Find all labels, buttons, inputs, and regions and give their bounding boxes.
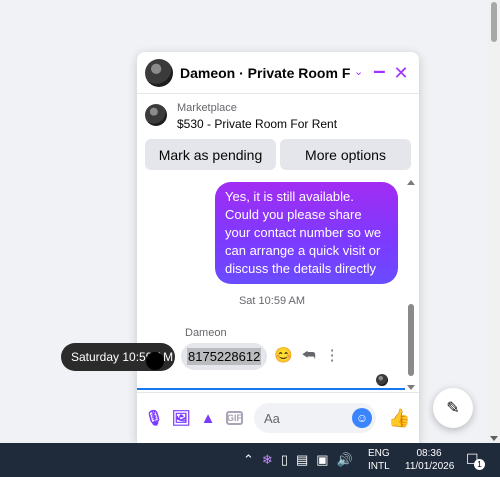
listing-category: Marketplace xyxy=(177,102,237,114)
page-scroll-down-arrow[interactable] xyxy=(490,436,498,441)
scroll-up-arrow[interactable] xyxy=(407,180,415,185)
microphone-icon[interactable]: 🎙 xyxy=(144,409,163,427)
chat-header[interactable]: Dameon · Private Room Fo... ⌄ – ✕ xyxy=(137,52,419,94)
seen-avatar xyxy=(376,374,388,386)
listing-avatar xyxy=(145,104,167,126)
message-scrollbar[interactable] xyxy=(407,180,415,390)
clock[interactable]: 08:36 11/01/2026 xyxy=(405,447,455,473)
listing-title[interactable]: $530 - Private Room For Rent xyxy=(177,117,337,131)
network-icon[interactable]: ▣ xyxy=(316,452,328,468)
message-input-placeholder: Aa xyxy=(264,410,280,426)
reply-icon[interactable]: ⮪ xyxy=(302,347,316,364)
like-icon[interactable]: 👍 xyxy=(388,408,410,429)
cursor-indicator xyxy=(146,352,164,370)
gif-icon[interactable]: GIF xyxy=(226,411,243,425)
mark-as-pending-button[interactable]: Mark as pending xyxy=(145,139,276,170)
clock-date: 11/01/2026 xyxy=(405,461,455,472)
message-timestamp: Sat 10:59 AM xyxy=(238,295,306,307)
message-list[interactable]: Yes, it is still available. Could you pl… xyxy=(137,178,419,391)
outgoing-message[interactable]: Yes, it is still available. Could you pl… xyxy=(215,182,398,284)
notification-count-badge: 1 xyxy=(474,459,485,470)
clock-time: 08:36 xyxy=(416,448,442,459)
battery-icon[interactable]: ▤ xyxy=(296,452,308,468)
avatar[interactable] xyxy=(145,58,173,87)
scroll-down-arrow[interactable] xyxy=(407,385,415,390)
phone-link-icon[interactable]: ▯ xyxy=(281,452,288,468)
message-input[interactable]: Aa ☺ xyxy=(254,403,376,433)
react-icon[interactable]: 😊 xyxy=(274,346,293,364)
incoming-message-text: 8175228612 xyxy=(187,348,262,365)
close-icon[interactable]: ✕ xyxy=(393,64,408,82)
feather-icon[interactable]: ❄ xyxy=(262,452,273,468)
photo-icon[interactable]: 🖼 xyxy=(171,409,190,427)
taskbar: ⌃ ❄ ▯ ▤ ▣ 🔊 ENG INTL 08:36 11/01/2026 ☐ xyxy=(0,443,500,477)
volume-icon[interactable]: 🔊 xyxy=(337,452,353,468)
message-composer: 🎙 🖼 ▲ GIF Aa ☺ 👍 xyxy=(137,392,419,443)
emoji-icon[interactable]: ☺ xyxy=(352,408,372,428)
message-scrollbar-thumb[interactable] xyxy=(408,304,414,376)
more-options-button[interactable]: More options xyxy=(280,139,411,170)
new-message-button[interactable]: ✎ xyxy=(433,388,473,428)
sender-name: Dameon xyxy=(185,327,227,339)
message-actions: 😊 ⮪ ⋮ xyxy=(274,346,340,365)
system-tray: ⌃ ❄ ▯ ▤ ▣ 🔊 xyxy=(243,443,353,477)
page-scrollbar-thumb[interactable] xyxy=(491,2,497,42)
more-icon[interactable]: ⋮ xyxy=(325,346,340,364)
minimize-icon[interactable]: – xyxy=(373,59,385,82)
chevron-down-icon[interactable]: ⌄ xyxy=(354,67,363,78)
sticker-icon[interactable]: ▲ xyxy=(199,409,217,427)
language-indicator[interactable]: ENG INTL xyxy=(368,447,390,473)
keyboard-layout: INTL xyxy=(368,461,390,472)
focus-indicator xyxy=(137,388,405,390)
page-scrollbar[interactable] xyxy=(488,0,500,443)
incoming-message[interactable]: 8175228612 xyxy=(181,343,268,370)
compose-icon: ✎ xyxy=(446,400,460,417)
chat-window: Dameon · Private Room Fo... ⌄ – ✕ Market… xyxy=(137,52,419,443)
language-code: ENG xyxy=(368,448,390,459)
chat-title[interactable]: Dameon · Private Room Fo... xyxy=(180,65,350,81)
chevron-up-icon[interactable]: ⌃ xyxy=(243,452,254,468)
